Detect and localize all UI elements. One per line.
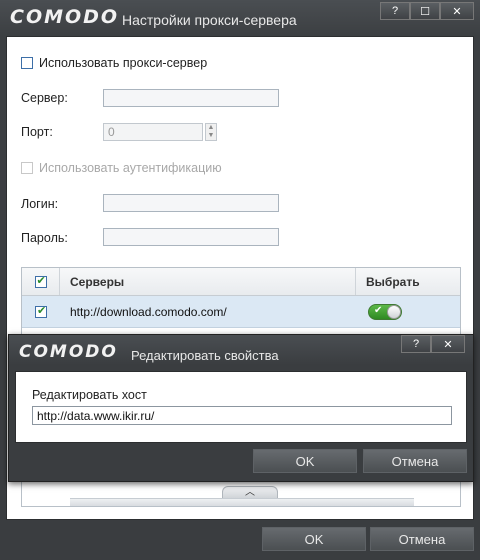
cancel-button[interactable]: Отмена [370, 527, 474, 551]
dialog-cancel-button[interactable]: Отмена [363, 449, 467, 473]
toggle-knob [387, 304, 401, 319]
server-url: http://download.comodo.com/ [70, 304, 227, 319]
table-header: Серверы Выбрать [22, 268, 460, 296]
dialog-body: Редактировать хост [15, 371, 467, 443]
server-label: Сервер: [21, 91, 68, 105]
use-proxy-checkbox[interactable] [21, 57, 33, 69]
edit-properties-dialog: COMODO Редактировать свойства ? ✕ Редакт… [8, 334, 474, 482]
chevron-up-icon[interactable]: ︿ [222, 486, 278, 498]
use-proxy-row[interactable]: Использовать прокси-сервер [21, 56, 207, 70]
use-proxy-label: Использовать прокси-сервер [39, 56, 208, 70]
row-checkbox[interactable] [35, 304, 47, 318]
password-label: Пароль: [21, 231, 68, 245]
comodo-logo: COMODO [19, 342, 118, 362]
use-auth-label: Использовать аутентификацию [39, 161, 222, 175]
title-bar[interactable]: COMODO Настройки прокси-сервера ? ☐ ✕ [0, 0, 480, 36]
use-auth-row: Использовать аутентификацию [21, 161, 222, 175]
header-select-all[interactable] [22, 268, 60, 295]
check-icon: ✔ [374, 304, 383, 316]
port-spinner[interactable]: ▲ ▼ [205, 123, 217, 141]
help-button[interactable]: ? [380, 2, 410, 20]
port-row: Порт: [21, 125, 53, 139]
use-auth-checkbox [21, 162, 33, 174]
login-row: Логин: [21, 197, 58, 211]
port-label: Порт: [21, 125, 53, 139]
password-input[interactable] [103, 228, 279, 246]
dialog-title-buttons: ? ✕ [401, 335, 465, 353]
edit-host-label: Редактировать хост [32, 388, 147, 402]
select-toggle[interactable]: ✔ [368, 303, 402, 320]
close-button[interactable]: ✕ [440, 2, 474, 20]
server-row: Сервер: [21, 91, 68, 105]
window-title: Настройки прокси-сервера [122, 12, 297, 28]
port-input[interactable]: 0 [103, 123, 203, 141]
dialog-close-button[interactable]: ✕ [431, 335, 465, 353]
table-footer [70, 498, 414, 506]
select-all-checkbox[interactable] [34, 274, 47, 288]
table-row[interactable]: http://download.comodo.com/ ✔ [22, 296, 460, 328]
dialog-help-button[interactable]: ? [401, 335, 431, 353]
row-checkbox-cell [22, 296, 60, 327]
title-buttons: ? ☐ ✕ [380, 2, 474, 20]
host-input[interactable] [32, 406, 452, 425]
ok-button[interactable]: OK [262, 527, 366, 551]
comodo-logo: COMODO [10, 6, 120, 28]
login-input[interactable] [103, 194, 279, 212]
row-select-cell: ✔ [356, 296, 460, 327]
maximize-button[interactable]: ☐ [410, 2, 440, 20]
server-input[interactable] [103, 89, 279, 107]
login-label: Логин: [21, 197, 59, 211]
password-row: Пароль: [21, 231, 68, 245]
header-servers[interactable]: Серверы [60, 268, 356, 295]
header-select[interactable]: Выбрать [356, 268, 460, 295]
dialog-ok-button[interactable]: OK [253, 449, 357, 473]
dialog-title: Редактировать свойства [131, 348, 279, 363]
